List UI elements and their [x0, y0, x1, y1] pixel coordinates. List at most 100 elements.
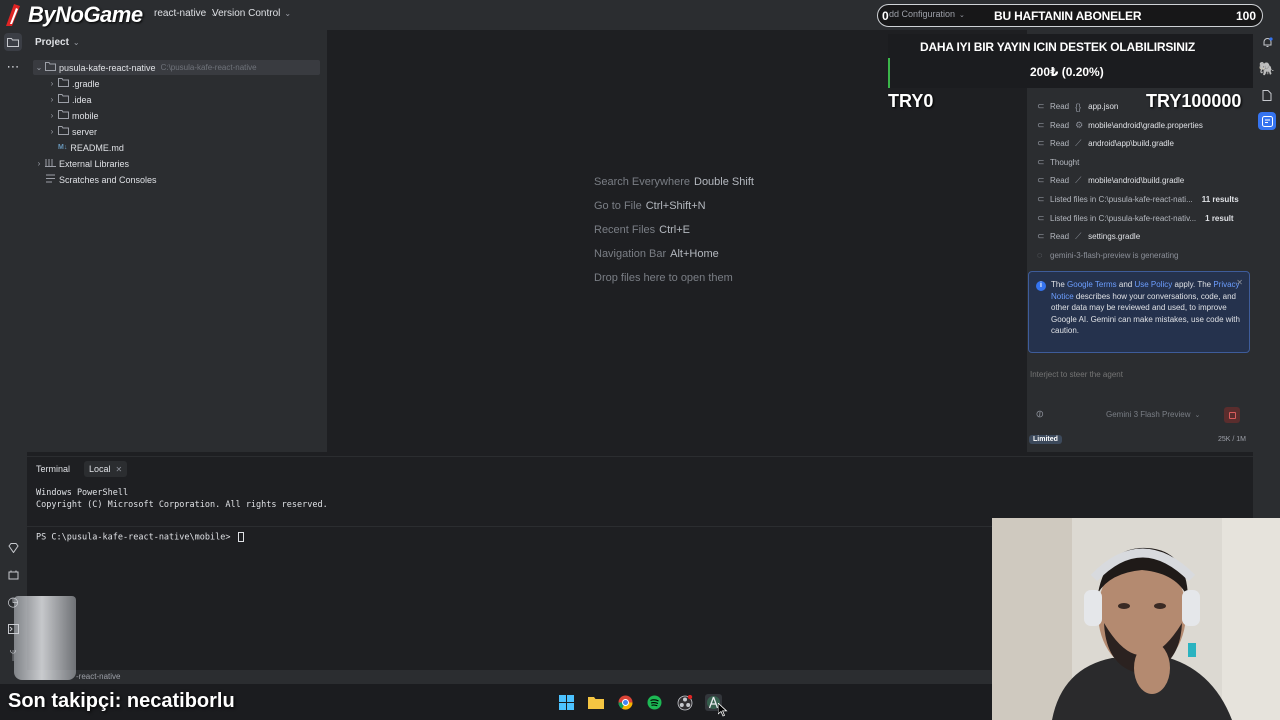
token-usage: 25K / 1M — [1218, 436, 1247, 443]
file-explorer-icon[interactable] — [587, 694, 604, 711]
file-structure-icon[interactable] — [1258, 86, 1276, 104]
agent-activity-item[interactable]: ⊂ Listed files in C:\pusula-kafe-react-na… — [1037, 213, 1234, 224]
chevron-right-icon[interactable]: › — [33, 159, 45, 168]
terms-notice: i ✕ The Google Terms and Use Policy appl… — [1028, 271, 1250, 353]
terminal-tab-title[interactable]: Terminal — [36, 464, 70, 474]
chevron-right-icon[interactable]: › — [46, 111, 58, 120]
tree-item[interactable]: › .gradle — [33, 76, 320, 91]
activity-target: android\app\build.gradle — [1088, 139, 1174, 149]
agent-tool-icon[interactable] — [1258, 112, 1276, 130]
terminal-output-line: Windows PowerShell — [36, 488, 129, 498]
weekly-subs-title: BU HAFTANIN ABONELER — [994, 9, 1142, 23]
webcam-feed — [992, 518, 1280, 720]
more-tools-icon[interactable]: ⋯ — [4, 58, 22, 76]
close-icon[interactable]: ✕ — [116, 465, 123, 474]
editor-hint: Drop files here to open them — [594, 272, 733, 284]
version-control-menu[interactable]: Version Control ⌄ — [212, 8, 291, 19]
generating-text: gemini-3-flash-preview is generating — [1050, 250, 1179, 260]
gradle-icon: ⟋ — [1075, 231, 1082, 242]
stop-icon — [1228, 411, 1236, 419]
use-policy-link[interactable]: Use Policy — [1134, 280, 1172, 289]
terminal-prompt-line[interactable]: PS C:\pusula-kafe-react-native\mobile> — [36, 532, 244, 543]
chevron-right-icon[interactable]: › — [46, 95, 58, 104]
agent-prompt-input[interactable] — [1030, 364, 1248, 384]
tree-item[interactable]: ⌄ pusula-kafe-react-native C:\pusula-kafe-… — [33, 60, 320, 75]
terminal-prompt: PS C:\pusula-kafe-react-native\mobile> — [36, 532, 236, 543]
tree-item[interactable]: › mobile — [33, 108, 320, 123]
status-breadcrumb[interactable]: -react-native — [76, 672, 120, 681]
terminal-session-tab[interactable]: Local ✕ — [84, 461, 128, 477]
stop-generation-button[interactable] — [1224, 407, 1240, 423]
google-terms-link[interactable]: Google Terms — [1067, 280, 1117, 289]
agent-activity-item[interactable]: ⊂ Read {} app.json — [1037, 101, 1118, 112]
folder-icon — [58, 77, 72, 90]
tool-call-icon: ⊂ — [1037, 231, 1045, 242]
glass-object-overlay — [14, 596, 76, 680]
notifications-bell-icon[interactable] — [1258, 33, 1276, 51]
activity-result-count: 11 results — [1201, 195, 1239, 204]
chrome-icon[interactable] — [617, 694, 634, 711]
spinner-icon: ◌ — [1037, 250, 1043, 260]
plugin-gem-icon[interactable] — [4, 539, 22, 557]
chevron-right-icon[interactable]: › — [46, 79, 58, 88]
donation-goal-end: TRY100000 — [1146, 91, 1242, 111]
close-icon[interactable]: ✕ — [1236, 277, 1243, 289]
chevron-right-icon[interactable]: › — [46, 127, 58, 136]
tree-item[interactable]: › External Libraries — [33, 156, 320, 171]
run-configuration-menu[interactable]: dd Configuration ⌄ — [889, 9, 965, 19]
windows-start-icon[interactable] — [558, 694, 575, 711]
activity-verb: Read — [1050, 102, 1070, 111]
agent-activity-item[interactable]: ⊂ Listed files in C:\pusula-kafe-react-na… — [1037, 194, 1239, 205]
run-configuration-label: dd Configuration — [889, 9, 956, 19]
tree-item[interactable]: M↓ README.md — [33, 140, 320, 155]
tool-call-icon: ⊂ — [1037, 119, 1045, 130]
agent-activity-item[interactable]: ⊂ Read ⟋ settings.gradle — [1037, 231, 1140, 242]
build-tool-icon[interactable] — [4, 566, 22, 584]
mouse-pointer-icon — [717, 702, 728, 717]
notice-text-1: The — [1051, 280, 1068, 289]
folder-icon — [58, 93, 72, 106]
activity-target: app.json — [1088, 102, 1119, 111]
project-menu-label: react-native — [154, 8, 207, 19]
chevron-down-icon[interactable]: ⌄ — [33, 63, 45, 72]
spotify-icon[interactable] — [646, 694, 663, 711]
chevron-down-icon: ⌄ — [959, 12, 965, 19]
model-selector[interactable]: Gemini 3 Flash Preview ⌄ — [1106, 410, 1200, 419]
generating-status: ◌ gemini-3-flash-preview is generating — [1037, 250, 1179, 260]
agent-activity-item[interactable]: ⊂ Read ⟋ android\app\build.gradle — [1037, 138, 1174, 149]
gradle-elephant-icon[interactable]: 🐘 — [1258, 60, 1276, 78]
tree-item-label: External Libraries — [59, 158, 130, 169]
gear-icon: ⚙ — [1075, 119, 1084, 130]
donation-progress-bar — [888, 58, 890, 88]
agent-activity-item[interactable]: ⊂ Thought — [1037, 157, 1085, 168]
agent-activity-item[interactable]: ⊂ Read ⚙ mobile\android\gradle.properties — [1037, 120, 1203, 131]
tool-call-icon: ⊂ — [1037, 156, 1045, 167]
editor-hint: Recent Files Ctrl+E — [594, 224, 690, 236]
tree-item-label: server — [72, 126, 98, 137]
project-menu[interactable]: react-native ⌄ — [154, 8, 217, 19]
project-panel: Project ⌄ ⌄ pusula-kafe-react-native C:\pus… — [27, 30, 328, 452]
tree-item[interactable]: › .idea — [33, 92, 320, 107]
gradle-icon: ⟋ — [1075, 175, 1082, 186]
project-panel-header[interactable]: Project ⌄ — [35, 37, 80, 48]
editor-hint: Search Everywhere Double Shift — [594, 176, 754, 188]
chevron-down-icon: ⌄ — [72, 38, 80, 47]
gradle-icon: ⟋ — [1075, 138, 1082, 149]
activity-target: mobile\android\gradle.properties — [1088, 120, 1203, 130]
tree-item[interactable]: › server — [33, 124, 320, 139]
brand-name: ByNoGame — [28, 2, 143, 27]
subs-count-start: 0 — [882, 9, 889, 23]
terminal-output-line: Copyright (C) Microsoft Corporation. All… — [36, 500, 328, 510]
terminal-session-label: Local — [89, 464, 111, 474]
activity-verb: Read — [1050, 176, 1070, 186]
hint-label: Recent Files — [594, 224, 656, 236]
agent-activity-item[interactable]: ⊂ Read ⟋ mobile\android\build.gradle — [1037, 175, 1184, 186]
tool-call-icon: ⊂ — [1037, 194, 1045, 204]
tree-item[interactable]: Scratches and Consoles — [33, 172, 320, 187]
tree-item-label: mobile — [72, 110, 99, 121]
obs-studio-icon[interactable] — [676, 694, 693, 711]
folder-icon — [58, 109, 72, 122]
activity-verb: Listed files in C:\pusula-kafe-react-nat… — [1050, 213, 1197, 223]
project-tool-folder-icon[interactable] — [4, 33, 22, 51]
last-follower-overlay: Son takipçi: necatiborlu — [8, 690, 235, 712]
